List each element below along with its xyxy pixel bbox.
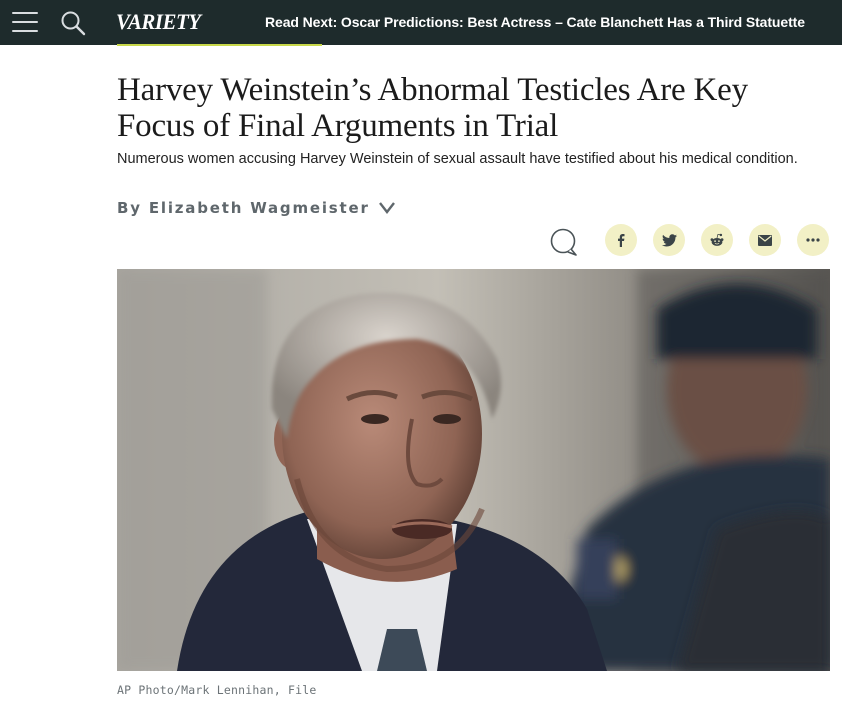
email-icon: [758, 234, 772, 246]
facebook-icon: [618, 234, 625, 247]
byline[interactable]: By Elizabeth Wagmeister: [117, 199, 396, 217]
reddit-icon: [710, 233, 724, 246]
byline-text[interactable]: By Elizabeth Wagmeister: [117, 199, 370, 217]
twitter-icon: [661, 233, 677, 246]
email-share-button[interactable]: [749, 224, 781, 256]
read-next-progress-bar: [117, 44, 322, 46]
facebook-share-button[interactable]: [605, 224, 637, 256]
variety-logo[interactable]: VARIETY: [116, 9, 201, 35]
article-headline: Harvey Weinstein’s Abnormal Testicles Ar…: [117, 72, 748, 144]
photo-caption: AP Photo/Mark Lennihan, File: [117, 683, 317, 697]
more-dots-icon: [806, 238, 820, 242]
chevron-down-icon[interactable]: [378, 201, 396, 215]
reddit-share-button[interactable]: [701, 224, 733, 256]
hamburger-menu-icon[interactable]: [12, 10, 38, 34]
article-photo[interactable]: [117, 269, 830, 671]
article-dek: Numerous women accusing Harvey Weinstein…: [117, 151, 798, 167]
read-next-link[interactable]: Read Next: Oscar Predictions: Best Actre…: [265, 14, 805, 30]
top-nav-bar: VARIETY Read Next: Oscar Predictions: Be…: [0, 0, 842, 45]
more-share-button[interactable]: [797, 224, 829, 256]
twitter-share-button[interactable]: [653, 224, 685, 256]
comment-bubble-icon[interactable]: [549, 227, 579, 257]
search-icon[interactable]: [60, 10, 86, 36]
